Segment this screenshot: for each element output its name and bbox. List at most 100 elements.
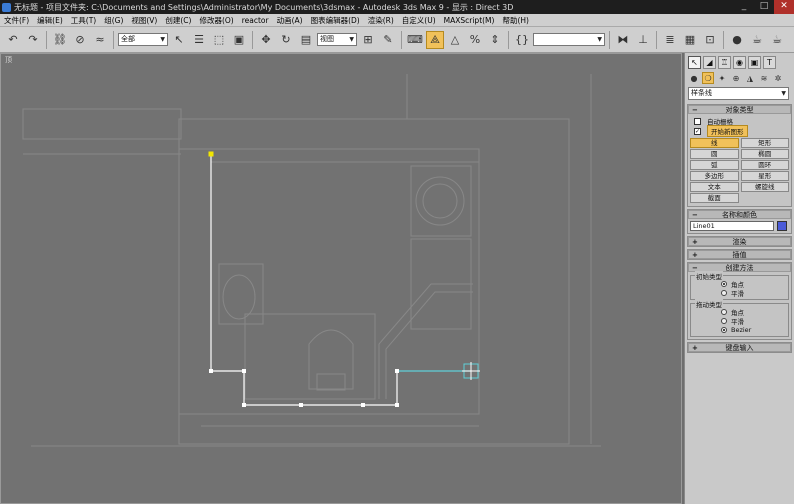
object-type-title: 对象类型 <box>725 105 754 114</box>
rectangle-button[interactable]: 矩形 <box>740 138 789 148</box>
render-scene-icon[interactable]: ☕ <box>748 31 766 49</box>
spline-line01[interactable] <box>210 154 471 406</box>
select-by-name-icon[interactable]: ☰ <box>190 31 208 49</box>
object-type-header[interactable]: − 对象类型 <box>688 105 791 114</box>
select-move-icon[interactable]: ✥ <box>257 31 275 49</box>
donut-button[interactable]: 圆环 <box>740 160 789 170</box>
quick-render-icon[interactable]: ☕ <box>768 31 786 49</box>
initial-smooth-radio[interactable]: 平滑 <box>693 288 786 298</box>
percent-snap-icon[interactable]: % <box>466 31 484 49</box>
drag-bezier-radio[interactable]: Bezier <box>693 325 786 334</box>
circle-button[interactable]: 圆 <box>690 149 739 159</box>
modify-tab-icon[interactable]: ◢ <box>703 56 716 69</box>
menu-animation[interactable]: 动画(A) <box>273 15 307 26</box>
bind-space-warp-icon[interactable]: ≈ <box>91 31 109 49</box>
start-new-shape-checkbox[interactable]: ✓ 开始新图形 <box>690 125 789 137</box>
menu-rendering[interactable]: 渲染(R) <box>364 15 398 26</box>
unlink-icon[interactable]: ⊘ <box>71 31 89 49</box>
object-color-swatch[interactable] <box>777 221 787 231</box>
align-icon[interactable]: ⊥ <box>634 31 652 49</box>
curve-editor-icon[interactable]: ▦ <box>681 31 699 49</box>
mirror-icon[interactable]: ⧓ <box>614 31 632 49</box>
cameras-icon[interactable]: ⊕ <box>730 72 742 84</box>
geometry-icon[interactable]: ● <box>688 72 700 84</box>
hierarchy-tab-icon[interactable]: ♖ <box>718 56 731 69</box>
utilities-tab-icon[interactable]: T <box>763 56 776 69</box>
section-button[interactable]: 截面 <box>690 193 739 203</box>
menu-maxscript[interactable]: MAXScript(M) <box>440 16 499 25</box>
snaps-toggle-icon[interactable]: ⟁ <box>426 30 444 49</box>
window-crossing-icon[interactable]: ▣ <box>230 31 248 49</box>
toolbar-separator <box>723 30 724 49</box>
spinner-snap-icon[interactable]: ⇕ <box>486 31 504 49</box>
vertex <box>299 403 303 407</box>
schematic-view-icon[interactable]: ⊡ <box>701 31 719 49</box>
helpers-icon[interactable]: ◮ <box>744 72 756 84</box>
viewport-top[interactable]: 顶 <box>0 53 682 504</box>
name-color-header[interactable]: − 名称和颜色 <box>688 210 791 219</box>
motion-tab-icon[interactable]: ◉ <box>733 56 746 69</box>
rectangular-selection-icon[interactable]: ⬚ <box>210 31 228 49</box>
keyboard-entry-title: 键盘输入 <box>725 343 754 352</box>
lights-icon[interactable]: ✦ <box>716 72 728 84</box>
line-button[interactable]: 线 <box>690 138 739 148</box>
menu-group[interactable]: 组(G) <box>100 15 127 26</box>
menu-tools[interactable]: 工具(T) <box>67 15 100 26</box>
text-button[interactable]: 文本 <box>690 182 739 192</box>
object-name-field[interactable]: Line01 <box>690 221 774 231</box>
command-panel: ↖ ◢ ♖ ◉ ▣ T ● ❍ ✦ ⊕ ◮ ≋ ✲ 样条线 ▼ − 对象类型 自动栅… <box>684 53 794 504</box>
display-tab-icon[interactable]: ▣ <box>748 56 761 69</box>
shape-type-dropdown[interactable]: 样条线 ▼ <box>688 87 789 100</box>
menu-reactor[interactable]: reactor <box>238 16 273 25</box>
interpolation-header[interactable]: + 插值 <box>688 250 791 259</box>
menu-bar: 文件(F) 编辑(E) 工具(T) 组(G) 视图(V) 创建(C) 修改器(O… <box>0 14 794 27</box>
selection-filter-dropdown[interactable]: 全部 ▼ <box>118 33 168 46</box>
menu-edit[interactable]: 编辑(E) <box>33 15 67 26</box>
menu-graph-editors[interactable]: 图表编辑器(D) <box>307 15 364 26</box>
drag-smooth-radio[interactable]: 平滑 <box>693 316 786 326</box>
named-selection-dropdown[interactable]: ▼ <box>533 33 605 46</box>
select-manipulate-icon[interactable]: ✎ <box>379 31 397 49</box>
arc-button[interactable]: 弧 <box>690 160 739 170</box>
systems-icon[interactable]: ✲ <box>772 72 784 84</box>
reference-coordinate-dropdown[interactable]: 视图 ▼ <box>317 33 357 46</box>
space-warps-icon[interactable]: ≋ <box>758 72 770 84</box>
toolbar-separator <box>656 30 657 49</box>
drag-type-title: 拖动类型 <box>695 299 723 309</box>
menu-create[interactable]: 创建(C) <box>161 15 195 26</box>
helix-button[interactable]: 螺旋线 <box>740 182 789 192</box>
menu-customize[interactable]: 自定义(U) <box>398 15 440 26</box>
layer-manager-icon[interactable]: ≣ <box>661 31 679 49</box>
maximize-button[interactable]: □ <box>754 0 774 14</box>
drag-smooth-label: 平滑 <box>731 317 744 326</box>
close-button[interactable]: ✕ <box>774 0 794 14</box>
minimize-button[interactable]: _ <box>734 0 754 14</box>
star-button[interactable]: 星形 <box>740 171 789 181</box>
vertex-first <box>208 151 214 157</box>
menu-help[interactable]: 帮助(H) <box>498 15 533 26</box>
ellipse-button[interactable]: 椭圆 <box>740 149 789 159</box>
select-object-icon[interactable]: ↖ <box>170 31 188 49</box>
material-editor-icon[interactable]: ● <box>728 31 746 49</box>
redo-icon[interactable]: ↷ <box>24 31 42 49</box>
keyboard-shortcut-override-icon[interactable]: ⌨ <box>406 31 424 49</box>
select-rotate-icon[interactable]: ↻ <box>277 31 295 49</box>
select-scale-icon[interactable]: ▤ <box>297 31 315 49</box>
keyboard-entry-header[interactable]: + 键盘输入 <box>688 343 791 352</box>
name-color-title: 名称和颜色 <box>722 210 757 219</box>
ngon-button[interactable]: 多边形 <box>690 171 739 181</box>
undo-icon[interactable]: ↶ <box>4 31 22 49</box>
menu-file[interactable]: 文件(F) <box>0 15 33 26</box>
create-tab-icon[interactable]: ↖ <box>688 56 701 69</box>
shapes-icon[interactable]: ❍ <box>702 72 714 84</box>
toolbar-separator <box>46 30 47 49</box>
menu-views[interactable]: 视图(V) <box>127 15 161 26</box>
radio-selected-icon <box>721 280 727 287</box>
snap-cursor-icon <box>462 362 480 380</box>
menu-modifiers[interactable]: 修改器(O) <box>195 15 237 26</box>
angle-snap-icon[interactable]: △ <box>446 31 464 49</box>
pivot-center-icon[interactable]: ⊞ <box>359 31 377 49</box>
edit-named-selection-icon[interactable]: {} <box>513 31 531 49</box>
rendering-header[interactable]: + 渲染 <box>688 237 791 246</box>
select-link-icon[interactable]: ⛓ <box>51 31 69 49</box>
